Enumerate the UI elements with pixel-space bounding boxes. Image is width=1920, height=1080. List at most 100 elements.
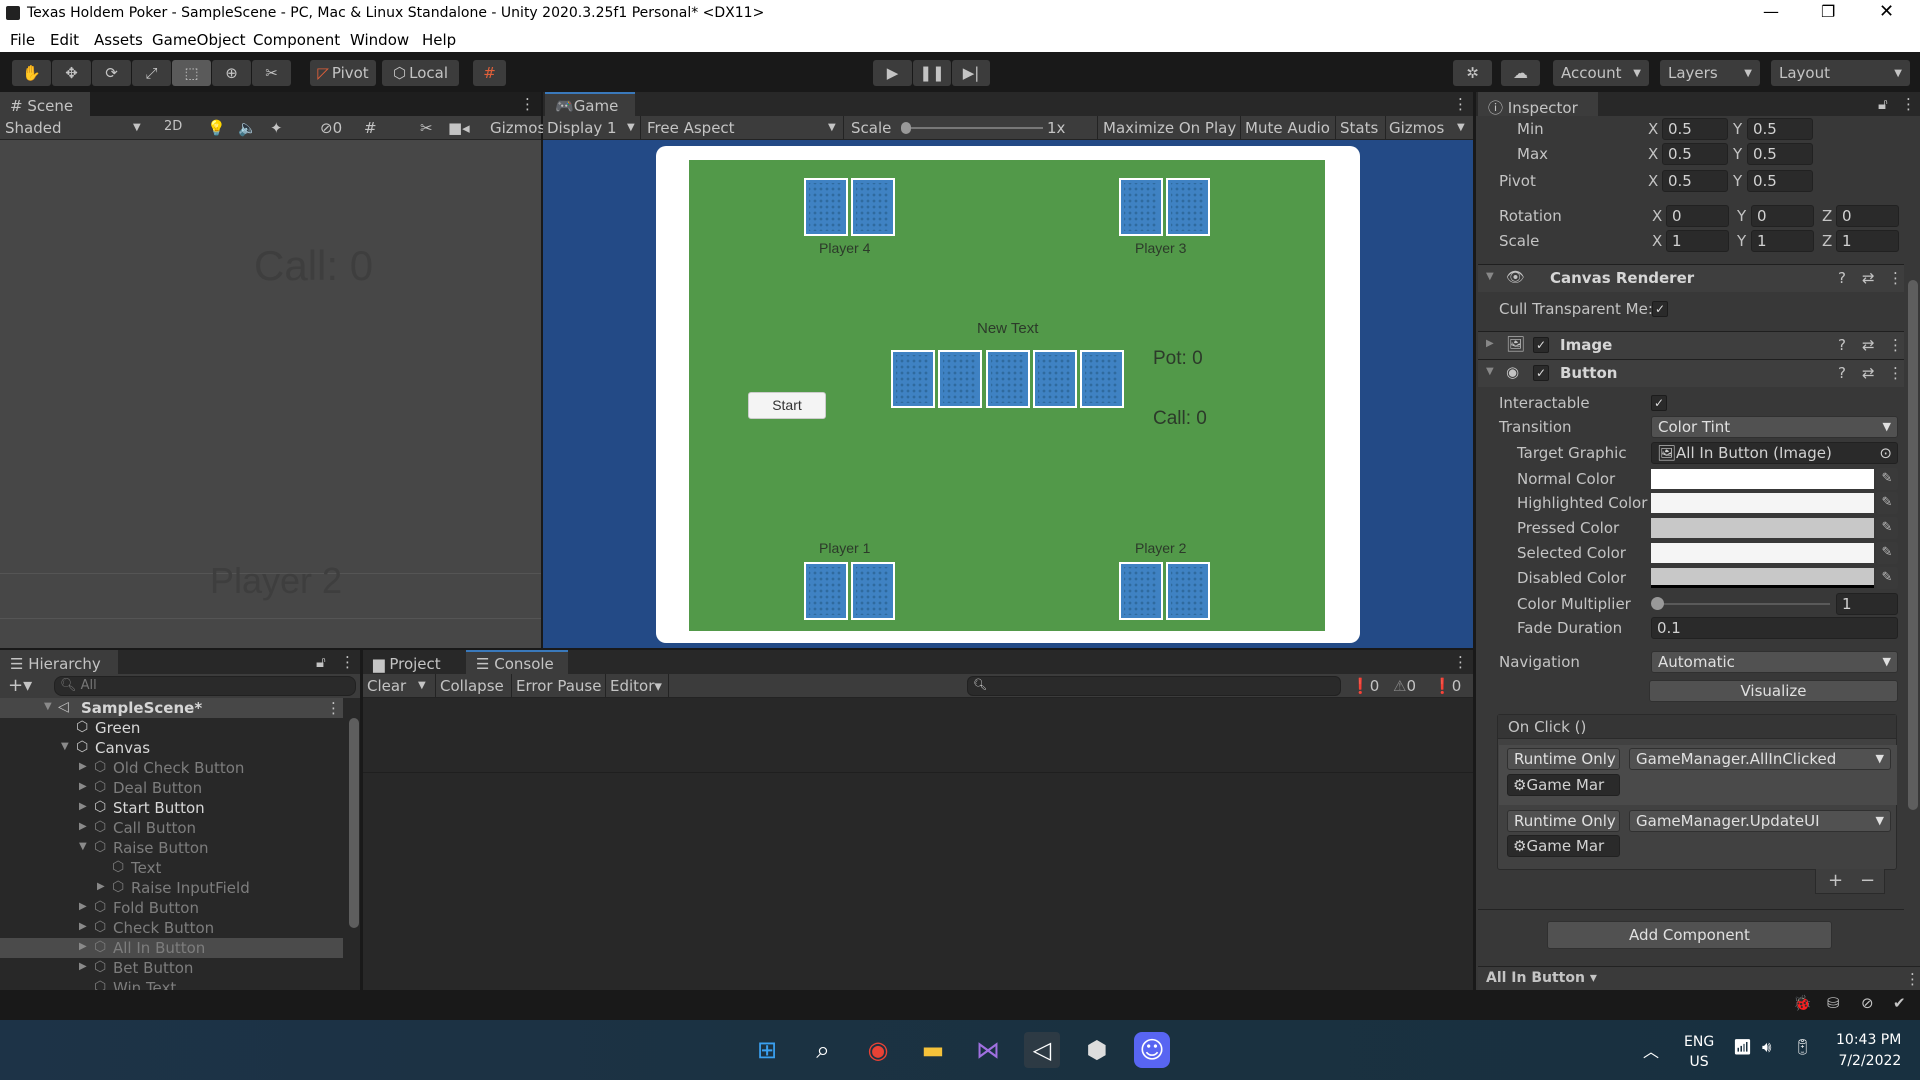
scene-viewport[interactable]: Call: 0 Player 2 [0,140,541,648]
menu-window[interactable]: Window [350,31,409,49]
foldout-arrow-icon[interactable]: ▶ [79,961,87,972]
eyedropper-icon[interactable]: ✎ [1876,492,1898,514]
move-tool-button[interactable]: ✥ [52,60,91,86]
visualize-button[interactable]: Visualize [1649,680,1898,702]
color-multiplier-slider[interactable] [1657,603,1830,605]
highlighted-color-swatch[interactable] [1651,493,1874,513]
onclick-target-field[interactable]: ⚙Game Mar [1507,774,1620,796]
unity-icon[interactable]: ⬢ [1079,1032,1115,1068]
display-dropdown[interactable]: Display 1 [547,119,617,137]
grid-icon[interactable]: # [364,119,377,137]
menu-gameobject[interactable]: GameObject [152,31,246,49]
foldout-arrow-icon[interactable]: ▶ [1486,338,1494,349]
local-toggle[interactable]: ⬡ Local [382,60,459,86]
menu-edit[interactable]: Edit [50,31,79,49]
anchor-max-x-field[interactable]: 0.5 [1662,143,1728,165]
clear-button[interactable]: Clear [367,677,406,695]
collab-icon[interactable]: ✲ [1453,60,1492,86]
volume-icon[interactable]: 🔊︎ [1762,1038,1771,1056]
image-enabled-checkbox[interactable]: ✓ [1533,337,1549,353]
transition-dropdown[interactable]: Color Tint ▼ [1651,416,1898,438]
pivot-y-field[interactable]: 0.5 [1747,170,1813,192]
scene-menu-icon[interactable]: ⋮ [326,699,341,717]
tools-icon[interactable]: ✂ [420,119,433,137]
hierarchy-item[interactable]: ⬡ Text [0,858,343,878]
scene-gizmos-button[interactable]: Gizmos [490,119,545,137]
hierarchy-item[interactable]: ▶ ⬡ Call Button [0,818,343,838]
shading-dropdown[interactable]: Shaded [5,119,62,137]
menu-help[interactable]: Help [422,31,456,49]
cloud-icon[interactable]: ☁ [1501,60,1540,86]
chrome-icon[interactable]: ◉ [860,1032,896,1068]
eyedropper-icon[interactable]: ✎ [1876,542,1898,564]
onclick-runtime-dropdown[interactable]: Runtime Only [1507,810,1620,832]
custom-tool-button[interactable]: ✂ [252,60,291,86]
hierarchy-item[interactable]: ▶ ⬡ Check Button [0,918,343,938]
mute-audio-toggle[interactable]: Mute Audio [1245,119,1330,137]
onclick-target-field[interactable]: ⚙Game Mar [1507,835,1620,857]
anchor-max-y-field[interactable]: 0.5 [1747,143,1813,165]
search-icon[interactable]: ⌕ [805,1032,841,1068]
file-explorer-icon[interactable]: ▬ [915,1032,951,1068]
foldout-arrow-icon[interactable]: ▼ [44,701,52,712]
color-multiplier-handle[interactable] [1651,597,1664,610]
transform-tool-button[interactable]: ⊕ [212,60,251,86]
foldout-arrow-icon[interactable]: ▼ [1486,366,1494,377]
menu-assets[interactable]: Assets [94,31,143,49]
add-component-button[interactable]: Add Component [1547,921,1832,949]
onclick-function-dropdown[interactable]: GameManager.UpdateUI ▼ [1629,810,1891,832]
grid-snap-button[interactable]: # [473,60,506,86]
image-component-header[interactable]: ▶ 🖼︎ ✓ Image ? ⇄ ⋮ [1478,331,1904,359]
foldout-arrow-icon[interactable]: ▶ [79,821,87,832]
camera-icon[interactable]: ■◂ [448,119,470,137]
hierarchy-search-input[interactable]: 🔍︎ All [54,676,356,696]
unity-hub-icon[interactable]: ◁ [1024,1032,1060,1068]
lock-icon[interactable]: 🔓︎ [316,653,326,671]
console-menu-icon[interactable]: ⋮ [1453,653,1468,671]
console-search-input[interactable]: 🔍︎ [967,676,1341,696]
interactable-checkbox[interactable]: ✓ [1651,395,1667,411]
help-icon[interactable]: ? [1838,269,1846,287]
hierarchy-scrollbar[interactable] [349,718,359,928]
presets-icon[interactable]: ⇄ [1862,364,1875,382]
audio-icon[interactable]: 🔈 [238,119,257,137]
hierarchy-menu-icon[interactable]: ⋮ [340,653,355,671]
restore-button[interactable]: ❐ [1821,2,1835,21]
hierarchy-item[interactable]: ▶ ⬡ All In Button [0,938,343,958]
game-gizmos-button[interactable]: Gizmos [1389,119,1444,137]
eyedropper-icon[interactable]: ✎ [1876,517,1898,539]
pivot-x-field[interactable]: 0.5 [1662,170,1728,192]
selected-object-dropdown[interactable]: All In Button ▾ [1486,970,1597,986]
foldout-arrow-icon[interactable]: ▶ [79,921,87,932]
foldout-arrow-icon[interactable]: ▶ [79,901,87,912]
maximize-on-play-toggle[interactable]: Maximize On Play [1103,119,1236,137]
foldout-arrow-icon[interactable]: ▼ [79,841,87,852]
game-viewport[interactable]: Player 4 Player 3 New Text Pot: 0 Call: … [543,140,1473,648]
rotate-tool-button[interactable]: ⟳ [92,60,131,86]
rotation-x-field[interactable]: 0 [1666,205,1729,227]
database-icon[interactable]: ⛁ [1827,994,1840,1012]
foldout-arrow-icon[interactable]: ▼ [61,741,69,752]
scale-y-field[interactable]: 1 [1751,230,1814,252]
layout-dropdown[interactable]: Layout ▼ [1771,60,1910,86]
button-enabled-checkbox[interactable]: ✓ [1533,365,1549,381]
onclick-runtime-dropdown[interactable]: Runtime Only [1507,748,1620,770]
menu-file[interactable]: File [10,31,35,49]
discord-icon[interactable]: ☺ [1134,1032,1170,1068]
step-button[interactable]: ▶| [952,60,990,86]
selected-color-swatch[interactable] [1651,543,1874,563]
2d-toggle[interactable]: 2D [164,119,182,134]
warning-count-toggle[interactable]: ⚠0 [1393,677,1416,695]
hierarchy-item[interactable]: ▶ ⬡ Deal Button [0,778,343,798]
add-event-button[interactable]: + [1828,870,1843,891]
tab-inspector[interactable]: ⓘ Inspector [1478,92,1598,117]
visual-studio-icon[interactable]: ⋈ [970,1032,1006,1068]
rect-tool-button[interactable]: ⬚ [172,60,211,86]
color-multiplier-field[interactable]: 1 [1836,593,1898,615]
hierarchy-item[interactable]: ▶ ⬡ Old Check Button [0,758,343,778]
inspector-scrollbar[interactable] [1908,280,1918,810]
lock-icon[interactable]: 🔓︎ [1878,95,1888,113]
tab-scene[interactable]: # Scene [0,92,90,116]
navigation-dropdown[interactable]: Automatic ▼ [1651,651,1898,673]
anchor-min-y-field[interactable]: 0.5 [1747,118,1813,140]
